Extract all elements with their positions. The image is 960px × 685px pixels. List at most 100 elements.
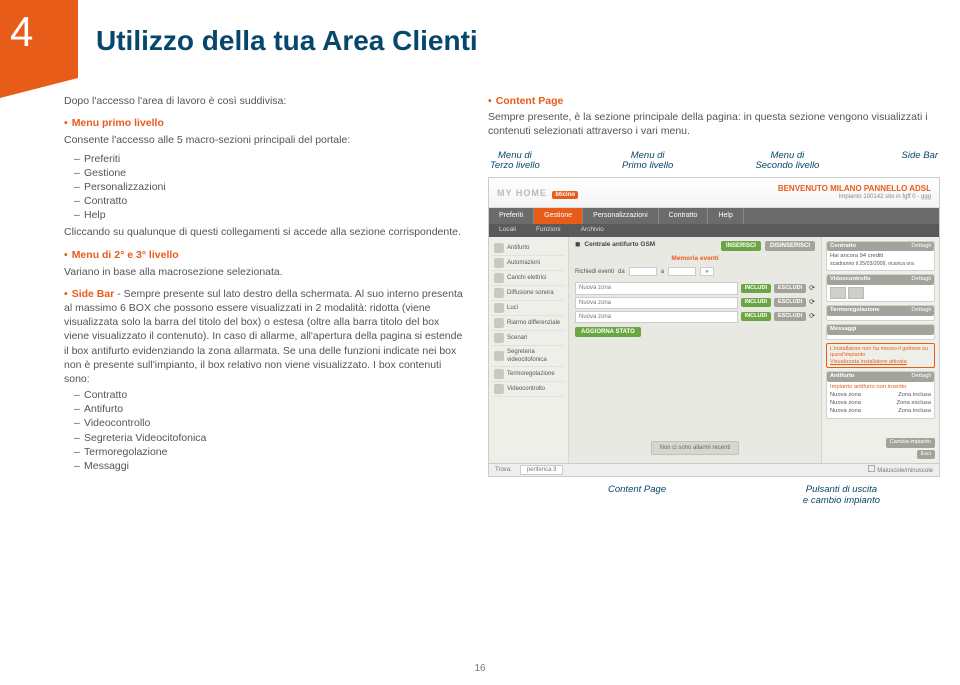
section1-head: •Menu primo livello [64, 116, 464, 130]
nav2-funzioni[interactable]: Funzioni [526, 224, 571, 237]
update-state-button[interactable]: AGGIORNA STATO [575, 327, 641, 337]
zone-name[interactable]: Nuova zona [575, 297, 738, 309]
nav3-scenari[interactable]: Scenari [492, 331, 565, 346]
nav3-video[interactable]: Videocontrollo [492, 382, 565, 397]
include-button[interactable]: INCLUDI [741, 298, 771, 307]
refresh-icon[interactable]: ⟳ [809, 298, 815, 307]
section3-list: –Contratto –Antifurto –Videocontrollo –S… [74, 388, 464, 473]
installer-link[interactable]: Visualizzata installatore attivata [830, 359, 931, 366]
nav3-label: Carichi elettrici [507, 274, 546, 282]
refresh-icon[interactable]: ⟳ [809, 284, 815, 293]
nav3-automazioni[interactable]: Automazioni [492, 256, 565, 271]
welcome-text: BENVENUTO MILANO PANNELLO ADSL Impianto … [778, 185, 931, 200]
list-item: Preferiti [84, 153, 120, 165]
to-field[interactable] [668, 267, 696, 276]
section-number: 4 [10, 4, 33, 61]
insert-button[interactable]: INSERISCI [721, 241, 761, 251]
find-label: Trova: [495, 466, 512, 474]
list-item: Gestione [84, 167, 126, 179]
side-bar: ContrattoDettagli Hai ancora 94 crediti … [821, 237, 939, 464]
section4-head: •Content Page [488, 94, 940, 108]
include-button[interactable]: INCLUDI [741, 312, 771, 321]
camera-icon [494, 384, 504, 394]
exclude-button[interactable]: ESCLUDI [774, 298, 806, 307]
section2-desc: Variano in base alla macrosezione selezi… [64, 265, 464, 279]
antifurto-state: Impianto antifurto non inserito [830, 384, 931, 392]
nav3-label: Luci [507, 304, 518, 312]
content-page: ◼ Centrale antifurto GSM INSERISCI DISIN… [569, 237, 821, 464]
box-title: Contratto [830, 243, 856, 251]
box-title: Termoregolazione [830, 307, 880, 315]
go-button[interactable]: » [700, 267, 714, 276]
nav3-label: Diffusione sonora [507, 289, 554, 297]
credits-sub: scadranno il 25/03/2009, ricarica ora [830, 261, 931, 268]
section3-head: •Side Bar - Sempre presente sul lato des… [64, 287, 464, 386]
box-termo: Termoregolazione Dettagli [826, 305, 935, 321]
nav3-luci[interactable]: Luci [492, 301, 565, 316]
section3-desc: - Sempre presente sul lato destro della … [64, 288, 463, 385]
logo-text: MY HOME [497, 188, 547, 198]
box-details[interactable]: Dettagli [911, 243, 931, 251]
nav3-termo[interactable]: Termoregolazione [492, 367, 565, 382]
box-messaggi: Messaggi [826, 324, 935, 340]
section1-desc: Consente l'accesso alle 5 macro-sezioni … [64, 133, 464, 147]
device-icon: ◼ [575, 241, 580, 250]
gear-icon [494, 258, 504, 268]
video-thumb[interactable] [830, 287, 846, 299]
include-button[interactable]: INCLUDI [741, 284, 771, 293]
right-column: •Content Page Sempre presente, è la sezi… [488, 94, 940, 657]
list-item: Contratto [84, 389, 127, 401]
nav1-contratto[interactable]: Contratto [659, 208, 709, 223]
welcome-main: BENVENUTO MILANO PANNELLO ADSL [778, 184, 931, 193]
plug-icon [494, 273, 504, 283]
section1-head-label: Menu primo livello [72, 117, 164, 129]
filter-label: Richiedi eventi [575, 268, 614, 276]
left-column: Dopo l'accesso l'area di lavoro è così s… [64, 94, 464, 657]
video-thumb[interactable] [848, 287, 864, 299]
nav1-preferiti[interactable]: Preferiti [489, 208, 534, 223]
box-details[interactable]: Dettagli [911, 307, 931, 315]
case-checkbox[interactable] [868, 465, 875, 472]
filter-a: a [661, 268, 664, 276]
scene-icon [494, 333, 504, 343]
nav2-locali[interactable]: Locali [489, 224, 526, 237]
intro-text: Dopo l'accesso l'area di lavoro è così s… [64, 94, 464, 108]
nav1-gestione[interactable]: Gestione [534, 208, 583, 223]
switch-icon [494, 318, 504, 328]
nav1-help[interactable]: Help [708, 208, 743, 223]
exit-button[interactable]: Esci [917, 450, 935, 459]
nav1-personalizzazioni[interactable]: Personalizzazioni [583, 208, 658, 223]
ant-row-name: Nuova zona [830, 400, 861, 408]
thermo-icon [494, 369, 504, 379]
nav3-segreteria[interactable]: Segreteria videocitofonica [492, 346, 565, 367]
list-item: Contratto [84, 195, 127, 207]
callout-terzo: Menu di Terzo livello [490, 151, 540, 172]
filter-da: da [618, 268, 625, 276]
list-item: Help [84, 209, 106, 221]
disinsert-button[interactable]: DISINSERISCI [765, 241, 815, 251]
nav3-carichi[interactable]: Carichi elettrici [492, 271, 565, 286]
box-details[interactable]: Dettagli [911, 373, 931, 381]
phone-icon [494, 351, 504, 361]
box-details[interactable]: Dettagli [911, 276, 931, 284]
nav3-riarmo[interactable]: Riarmo differenziale [492, 316, 565, 331]
nav2-archivio[interactable]: Archivio [571, 224, 614, 237]
nav3-antifurto[interactable]: Antifurto [492, 241, 565, 256]
list-item: Personalizzazioni [84, 181, 166, 193]
find-input[interactable]: periferica 3 [520, 465, 564, 475]
exclude-button[interactable]: ESCLUDI [774, 312, 806, 321]
list-item: Messaggi [84, 460, 129, 472]
portal-screenshot: MY HOME bticino BENVENUTO MILANO PANNELL… [488, 177, 940, 477]
page-title: Utilizzo della tua Area Clienti [96, 22, 478, 60]
nav3-diffusione[interactable]: Diffusione sonora [492, 286, 565, 301]
from-field[interactable] [629, 267, 657, 276]
box-title: Videocontrollo [830, 276, 870, 284]
zone-name[interactable]: Nuova zona [575, 311, 738, 323]
list-item: Videocontrollo [84, 417, 150, 429]
refresh-icon[interactable]: ⟳ [809, 312, 815, 321]
change-plant-button[interactable]: Cambia impianto [886, 438, 935, 447]
box-antifurto: AntifurtoDettagli Impianto antifurto non… [826, 371, 935, 418]
zone-name[interactable]: Nuova zona [575, 282, 738, 294]
exclude-button[interactable]: ESCLUDI [774, 284, 806, 293]
secondary-nav: Locali Funzioni Archivio [489, 224, 939, 237]
